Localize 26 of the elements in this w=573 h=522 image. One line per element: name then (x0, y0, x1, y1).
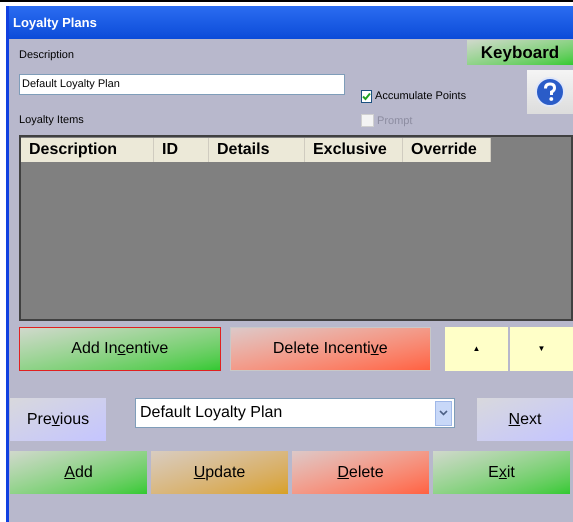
add-incentive-button[interactable]: Add Incentive (19, 327, 220, 371)
delete-button[interactable]: Delete (292, 451, 429, 494)
help-button[interactable] (527, 70, 573, 114)
update-button[interactable]: Update (151, 451, 288, 494)
help-icon (535, 77, 565, 107)
next-button[interactable]: Next (477, 398, 573, 441)
description-label: Description (19, 48, 76, 63)
column-header[interactable]: Override (403, 138, 491, 162)
move-up-button[interactable]: ▲ (445, 327, 508, 371)
delete-incentive-button[interactable]: Delete Incentive (230, 327, 431, 371)
window-title: Loyalty Plans (13, 14, 97, 32)
exit-button[interactable]: Exit (433, 451, 570, 494)
plan-dropdown[interactable]: Default Loyalty Plan (135, 398, 455, 428)
keyboard-button[interactable]: Keyboard (467, 40, 573, 65)
move-down-button[interactable]: ▼ (510, 327, 573, 371)
column-header[interactable]: ID (154, 138, 209, 162)
loyalty-items-label: Loyalty Items (19, 112, 85, 128)
add-button[interactable]: Add (10, 451, 147, 494)
column-header[interactable]: Description (21, 138, 154, 162)
previous-button[interactable]: Previous (10, 398, 106, 441)
check-icon (362, 92, 371, 101)
checkbox-label: Accumulate Points (375, 89, 466, 104)
checkbox[interactable] (361, 90, 372, 103)
column-header[interactable]: Details (209, 138, 305, 162)
column-header[interactable]: Exclusive (305, 138, 403, 162)
description-field[interactable]: Default Loyalty Plan (19, 74, 345, 94)
